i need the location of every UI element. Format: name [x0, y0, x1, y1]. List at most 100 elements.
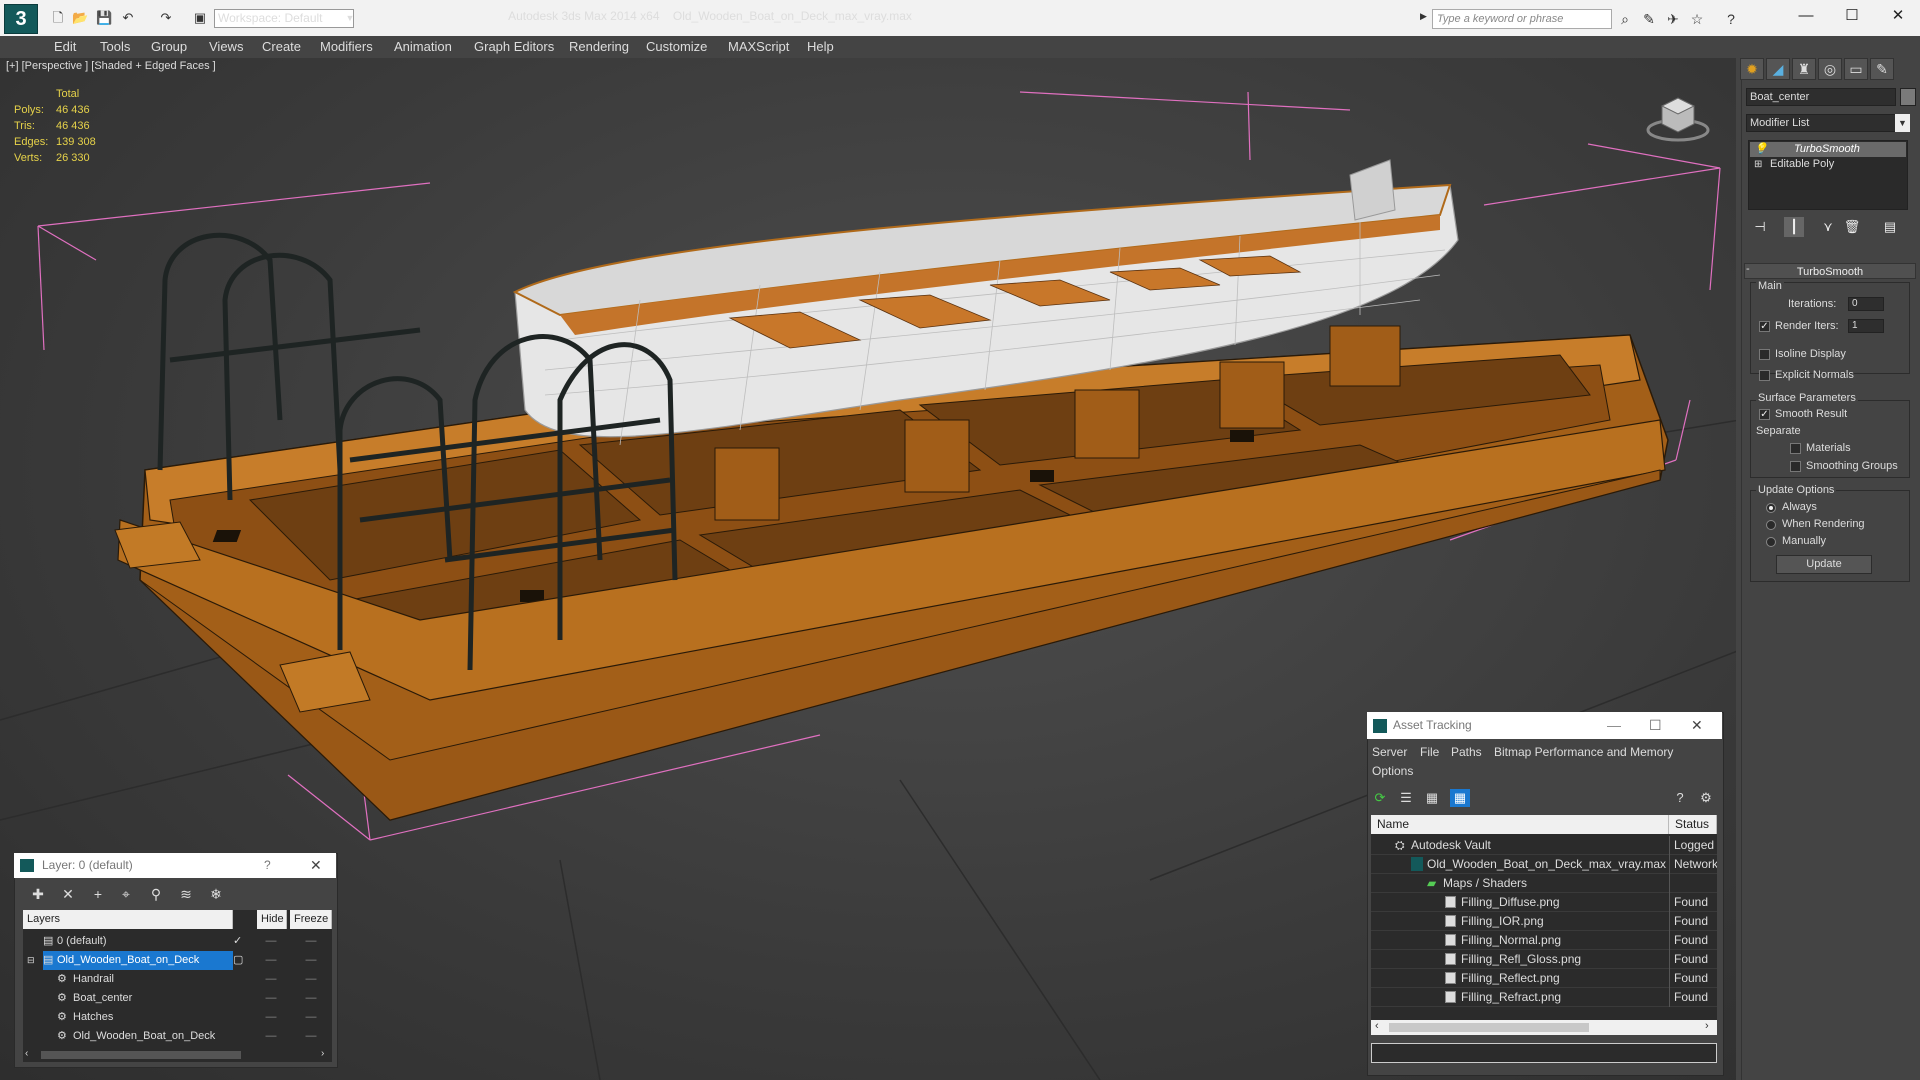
menu-create[interactable]: Create	[262, 36, 301, 58]
menu-bitmap-performance[interactable]: Bitmap Performance and Memory	[1494, 745, 1673, 759]
hide-toggle[interactable]: —	[263, 951, 279, 970]
stack-item-editable-poly[interactable]: ⊞ Editable Poly	[1750, 157, 1906, 172]
hierarchy-tab-icon[interactable]: ♜	[1792, 58, 1816, 80]
maximize-icon[interactable]: ☐	[1649, 712, 1662, 739]
scroll-right-icon[interactable]: ›	[321, 1048, 324, 1059]
menu-tools[interactable]: Tools	[100, 36, 130, 58]
stack-item-turbosmooth[interactable]: 💡 TurboSmooth	[1750, 142, 1906, 157]
name-column-header[interactable]: Name	[1371, 815, 1669, 834]
turbosmooth-rollout-title[interactable]: TurboSmooth	[1744, 263, 1916, 279]
isoline-display-checkbox[interactable]	[1759, 349, 1770, 360]
freeze-column-header[interactable]: Freeze	[290, 910, 332, 929]
update-when-rendering-radio[interactable]	[1766, 520, 1776, 530]
viewport-label[interactable]: [+] [Perspective ] [Shaded + Edged Faces…	[6, 60, 216, 72]
chevron-down-icon[interactable]: ▼	[1895, 114, 1910, 132]
help-icon[interactable]: ?	[1670, 789, 1690, 807]
menu-rendering[interactable]: Rendering	[569, 36, 629, 58]
horizontal-scrollbar[interactable]: ‹ ›	[23, 1048, 332, 1062]
asset-row[interactable]: Old_Wooden_Boat_on_Deck_max_vray.max Net…	[1371, 855, 1717, 874]
horizontal-scrollbar[interactable]: ‹ ›	[1371, 1020, 1717, 1035]
update-manually-radio[interactable]	[1766, 537, 1776, 547]
menu-options[interactable]: Options	[1372, 764, 1413, 778]
settings-icon[interactable]: ⚙	[1696, 789, 1716, 807]
motion-tab-icon[interactable]: ◎	[1818, 58, 1842, 80]
layer-dialog-title-bar[interactable]: Layer: 0 (default) ? ✕	[14, 853, 336, 878]
binoculars-icon[interactable]: ⌕	[1616, 10, 1634, 28]
show-end-result-icon[interactable]: ┃	[1784, 217, 1804, 237]
hide-toggle[interactable]: —	[263, 989, 279, 1008]
menu-customize[interactable]: Customize	[646, 36, 707, 58]
close-icon[interactable]: ✕	[310, 853, 322, 878]
freeze-toggle[interactable]: —	[303, 989, 319, 1008]
utilities-tab-icon[interactable]: ✎	[1870, 58, 1894, 80]
smooth-result-checkbox[interactable]: ✓	[1759, 409, 1770, 420]
delete-layer-icon[interactable]: ✕	[58, 885, 78, 903]
asset-row[interactable]: ⛭ Autodesk Vault Logged Out	[1371, 836, 1717, 855]
create-tab-icon[interactable]: ✹	[1740, 58, 1764, 80]
make-unique-icon[interactable]: ⋎	[1818, 217, 1838, 237]
asset-tracking-title-bar[interactable]: Asset Tracking — ☐ ✕	[1367, 712, 1722, 739]
hide-column-header[interactable]: Hide	[257, 910, 287, 929]
highlight-layer-icon[interactable]: ⚲	[146, 885, 166, 903]
render-iters-checkbox[interactable]: ✓	[1759, 321, 1770, 332]
maximize-icon[interactable]: ☐	[1832, 4, 1872, 28]
update-button[interactable]: Update	[1776, 555, 1872, 574]
asset-row[interactable]: ▰ Maps / Shaders	[1371, 874, 1717, 893]
menu-help[interactable]: Help	[807, 36, 834, 58]
menu-paths[interactable]: Paths	[1451, 745, 1482, 759]
separate-smoothing-groups-checkbox[interactable]	[1790, 461, 1801, 472]
hide-toggle[interactable]: —	[263, 1027, 279, 1046]
table-view-icon[interactable]: ▦	[1422, 789, 1442, 807]
freeze-toggle[interactable]: —	[303, 970, 319, 989]
grid-view-icon[interactable]: ▦	[1450, 789, 1470, 807]
menu-file[interactable]: File	[1420, 745, 1439, 759]
current-layer-check-icon[interactable]: ✓	[233, 932, 242, 951]
subscription-icon[interactable]: ✎	[1640, 10, 1658, 28]
add-to-layer-icon[interactable]: +	[88, 885, 108, 903]
freeze-all-icon[interactable]: ❄	[206, 885, 226, 903]
layer-box-icon[interactable]: ▢	[233, 951, 243, 970]
minimize-icon[interactable]: —	[1786, 4, 1826, 28]
close-icon[interactable]: ✕	[1878, 4, 1918, 28]
remove-modifier-icon[interactable]: 🗑	[1842, 217, 1862, 237]
configure-sets-icon[interactable]: ▤	[1880, 217, 1900, 237]
menu-views[interactable]: Views	[209, 36, 243, 58]
update-always-radio[interactable]	[1766, 503, 1776, 513]
new-layer-icon[interactable]: ✚	[28, 885, 48, 903]
scroll-left-icon[interactable]: ‹	[1375, 1020, 1379, 1032]
scroll-thumb[interactable]	[1389, 1023, 1589, 1032]
layer-row[interactable]: ⚙ Hatches — —	[23, 1008, 332, 1027]
scroll-left-icon[interactable]: ‹	[25, 1048, 28, 1059]
modifier-list-dropdown[interactable]: Modifier List	[1746, 114, 1909, 132]
modify-tab-icon[interactable]: ◢	[1766, 58, 1790, 80]
layer-row[interactable]: ⊟ ▤ Old_Wooden_Boat_on_Deck ▢ — —	[23, 951, 332, 970]
select-objects-icon[interactable]: ⌖	[116, 885, 136, 903]
list-view-icon[interactable]: ☰	[1396, 789, 1416, 807]
expand-icon[interactable]: ⊞	[1754, 157, 1762, 172]
layer-row[interactable]: ▤ 0 (default) ✓ — —	[23, 932, 332, 951]
menu-edit[interactable]: Edit	[54, 36, 76, 58]
menu-modifiers[interactable]: Modifiers	[320, 36, 373, 58]
object-name-field[interactable]: Boat_center	[1746, 88, 1896, 106]
layer-row[interactable]: ⚙ Old_Wooden_Boat_on_Deck — —	[23, 1027, 332, 1046]
scroll-right-icon[interactable]: ›	[1705, 1020, 1709, 1032]
hide-toggle[interactable]: —	[263, 932, 279, 951]
collapse-icon[interactable]: -	[1746, 263, 1750, 275]
freeze-toggle[interactable]: —	[303, 1027, 319, 1046]
menu-graph-editors[interactable]: Graph Editors	[474, 36, 554, 58]
separate-materials-checkbox[interactable]	[1790, 443, 1801, 454]
communication-icon[interactable]: ✈	[1664, 10, 1682, 28]
render-iters-spinner[interactable]: 1	[1848, 319, 1884, 333]
iterations-spinner[interactable]: 0	[1848, 297, 1884, 311]
layer-row[interactable]: ⚙ Handrail — —	[23, 970, 332, 989]
explicit-normals-checkbox[interactable]	[1759, 370, 1770, 381]
asset-row[interactable]: Filling_Diffuse.png Found	[1371, 893, 1717, 912]
viewcube[interactable]	[1646, 90, 1710, 144]
menu-server[interactable]: Server	[1372, 745, 1407, 759]
collapse-icon[interactable]: ⊟	[27, 951, 35, 970]
hide-toggle[interactable]: —	[263, 1008, 279, 1027]
object-color-swatch[interactable]	[1900, 88, 1916, 106]
asset-row[interactable]: Filling_Refract.png Found	[1371, 988, 1717, 1007]
status-column-header[interactable]: Status	[1669, 815, 1717, 834]
freeze-toggle[interactable]: —	[303, 951, 319, 970]
